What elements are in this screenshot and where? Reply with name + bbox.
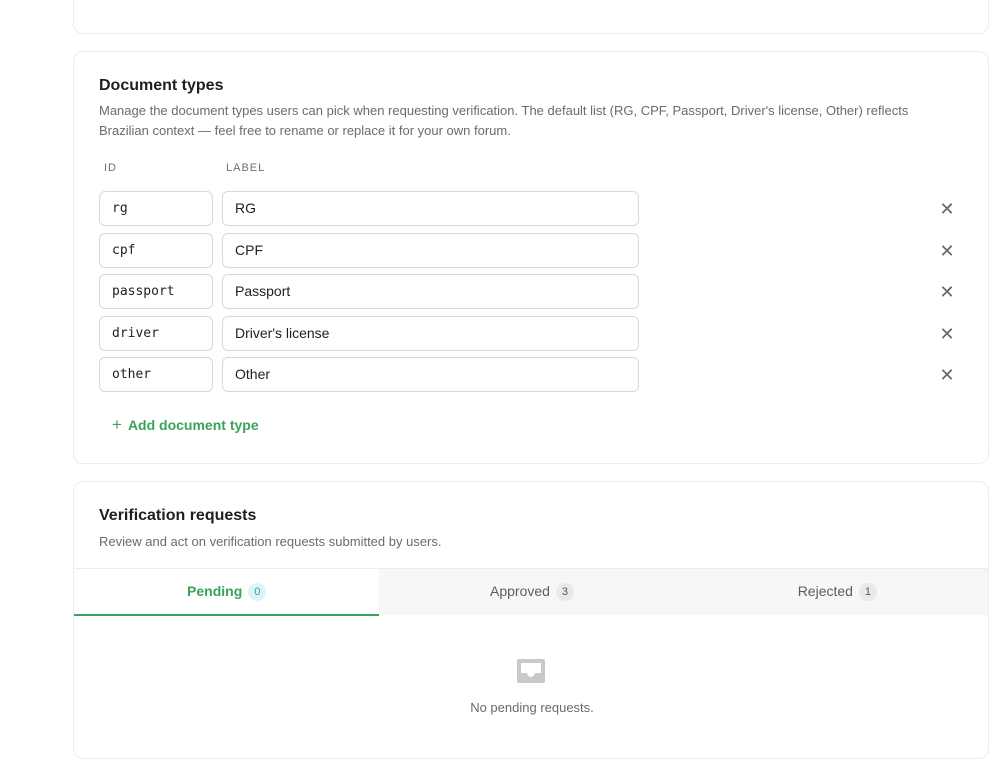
add-document-type-button[interactable]: + Add document type <box>112 415 259 435</box>
tab-label: Pending <box>187 583 243 599</box>
tab-rejected[interactable]: Rejected 1 <box>684 569 988 615</box>
document-type-row: cpf CPF ✕ <box>99 233 969 268</box>
inbox-icon <box>517 659 545 683</box>
verification-requests-card: Verification requests Review and act on … <box>73 481 989 759</box>
document-type-label-input[interactable]: RG <box>222 191 639 226</box>
column-header-id: ID <box>104 162 117 174</box>
tab-pending[interactable]: Pending 0 <box>74 569 380 616</box>
document-type-label-input[interactable]: CPF <box>222 233 639 268</box>
document-type-label-input[interactable]: Other <box>222 357 639 392</box>
previous-settings-card <box>73 0 989 34</box>
document-type-id-input[interactable]: cpf <box>99 233 213 268</box>
document-type-id-input[interactable]: passport <box>99 274 213 309</box>
remove-document-type-button[interactable]: ✕ <box>937 324 957 344</box>
count-badge: 1 <box>858 583 877 601</box>
document-type-label-input[interactable]: Driver's license <box>222 316 639 351</box>
plus-icon: + <box>112 415 122 434</box>
document-type-row: rg RG ✕ <box>99 191 969 226</box>
close-icon: ✕ <box>939 241 955 261</box>
close-icon: ✕ <box>939 365 955 385</box>
verification-requests-description: Review and act on verification requests … <box>99 534 442 549</box>
add-document-type-label: Add document type <box>127 417 259 433</box>
document-types-card: Document types Manage the document types… <box>73 51 989 464</box>
empty-state-text: No pending requests. <box>470 700 594 715</box>
close-icon: ✕ <box>939 282 955 302</box>
document-type-id-input[interactable]: rg <box>99 191 213 226</box>
document-types-title: Document types <box>99 77 224 94</box>
document-types-description: Manage the document types users can pick… <box>99 103 909 138</box>
remove-document-type-button[interactable]: ✕ <box>937 241 957 261</box>
close-icon: ✕ <box>939 324 955 344</box>
column-header-label: LABEL <box>226 162 266 174</box>
remove-document-type-button[interactable]: ✕ <box>937 199 957 219</box>
document-type-label-input[interactable]: Passport <box>222 274 639 309</box>
tab-label: Rejected <box>797 583 853 599</box>
count-badge: 0 <box>248 583 267 601</box>
close-icon: ✕ <box>939 199 955 219</box>
document-type-id-input[interactable]: other <box>99 357 213 392</box>
document-type-row: other Other ✕ <box>99 357 969 392</box>
tab-label: Approved <box>490 583 550 599</box>
verification-tabs: Pending 0 Approved 3 Rejected 1 <box>74 568 988 616</box>
document-type-row: passport Passport ✕ <box>99 274 969 309</box>
verification-requests-title: Verification requests <box>99 507 257 524</box>
tab-approved[interactable]: Approved 3 <box>379 569 685 615</box>
count-badge: 3 <box>555 583 574 601</box>
remove-document-type-button[interactable]: ✕ <box>937 282 957 302</box>
document-type-row: driver Driver's license ✕ <box>99 316 969 351</box>
document-type-id-input[interactable]: driver <box>99 316 213 351</box>
remove-document-type-button[interactable]: ✕ <box>937 365 957 385</box>
